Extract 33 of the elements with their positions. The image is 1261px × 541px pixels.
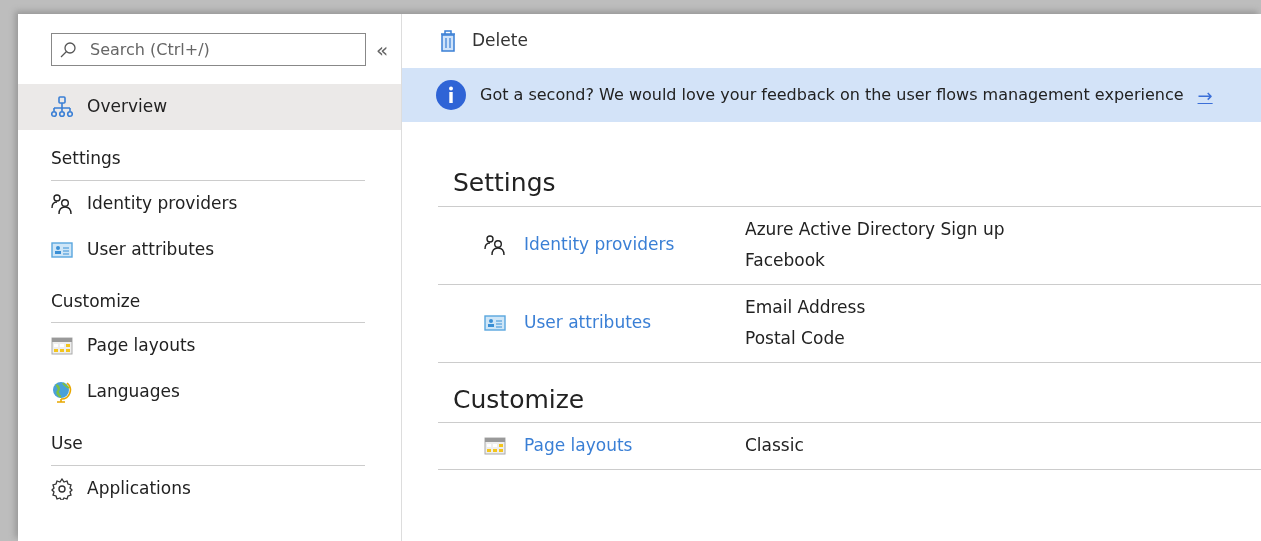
- collapse-button[interactable]: «: [376, 34, 389, 65]
- info-icon: [436, 80, 466, 110]
- nav-item[interactable]: Languages: [18, 369, 401, 415]
- setting-value: Azure Active Directory Sign up: [745, 217, 1005, 241]
- setting-value: Classic: [745, 434, 804, 457]
- setting-value: Postal Code: [745, 327, 846, 350]
- network-icon: [51, 96, 73, 118]
- setting-link[interactable]: User attributes: [524, 310, 652, 336]
- people-icon: [51, 192, 73, 215]
- setting-value: Facebook: [745, 249, 826, 272]
- nav-item[interactable]: Page layouts: [18, 323, 401, 369]
- nav-item[interactable]: Identity providers: [18, 180, 401, 227]
- nav-item[interactable]: User attributes: [18, 226, 401, 273]
- group-heading: Settings: [438, 122, 1261, 207]
- group-heading: Customize: [438, 362, 1261, 423]
- settings-icon: [51, 477, 73, 500]
- section-heading: Use: [51, 431, 365, 466]
- people-icon: [484, 234, 506, 256]
- setting-value: Email Address: [745, 295, 866, 319]
- setting-link[interactable]: Identity providers: [524, 232, 675, 258]
- banner-text: Got a second? We would love your feedback on the user flows management experience: [480, 84, 1184, 106]
- delete-button[interactable]: Delete: [438, 28, 528, 54]
- globe-icon: [51, 381, 73, 403]
- nav-item[interactable]: Applications: [18, 465, 401, 512]
- id-card-icon: [484, 312, 506, 334]
- nav-item[interactable]: Overview: [18, 84, 401, 130]
- arrow-link[interactable]: →: [1197, 81, 1213, 109]
- section-heading: Customize: [51, 288, 365, 323]
- table-icon: [51, 335, 73, 357]
- table-icon: [484, 434, 506, 457]
- search-field[interactable]: Search (Ctrl+/): [51, 33, 366, 66]
- setting-link[interactable]: Page layouts: [524, 433, 633, 459]
- section-heading: Settings: [51, 146, 365, 181]
